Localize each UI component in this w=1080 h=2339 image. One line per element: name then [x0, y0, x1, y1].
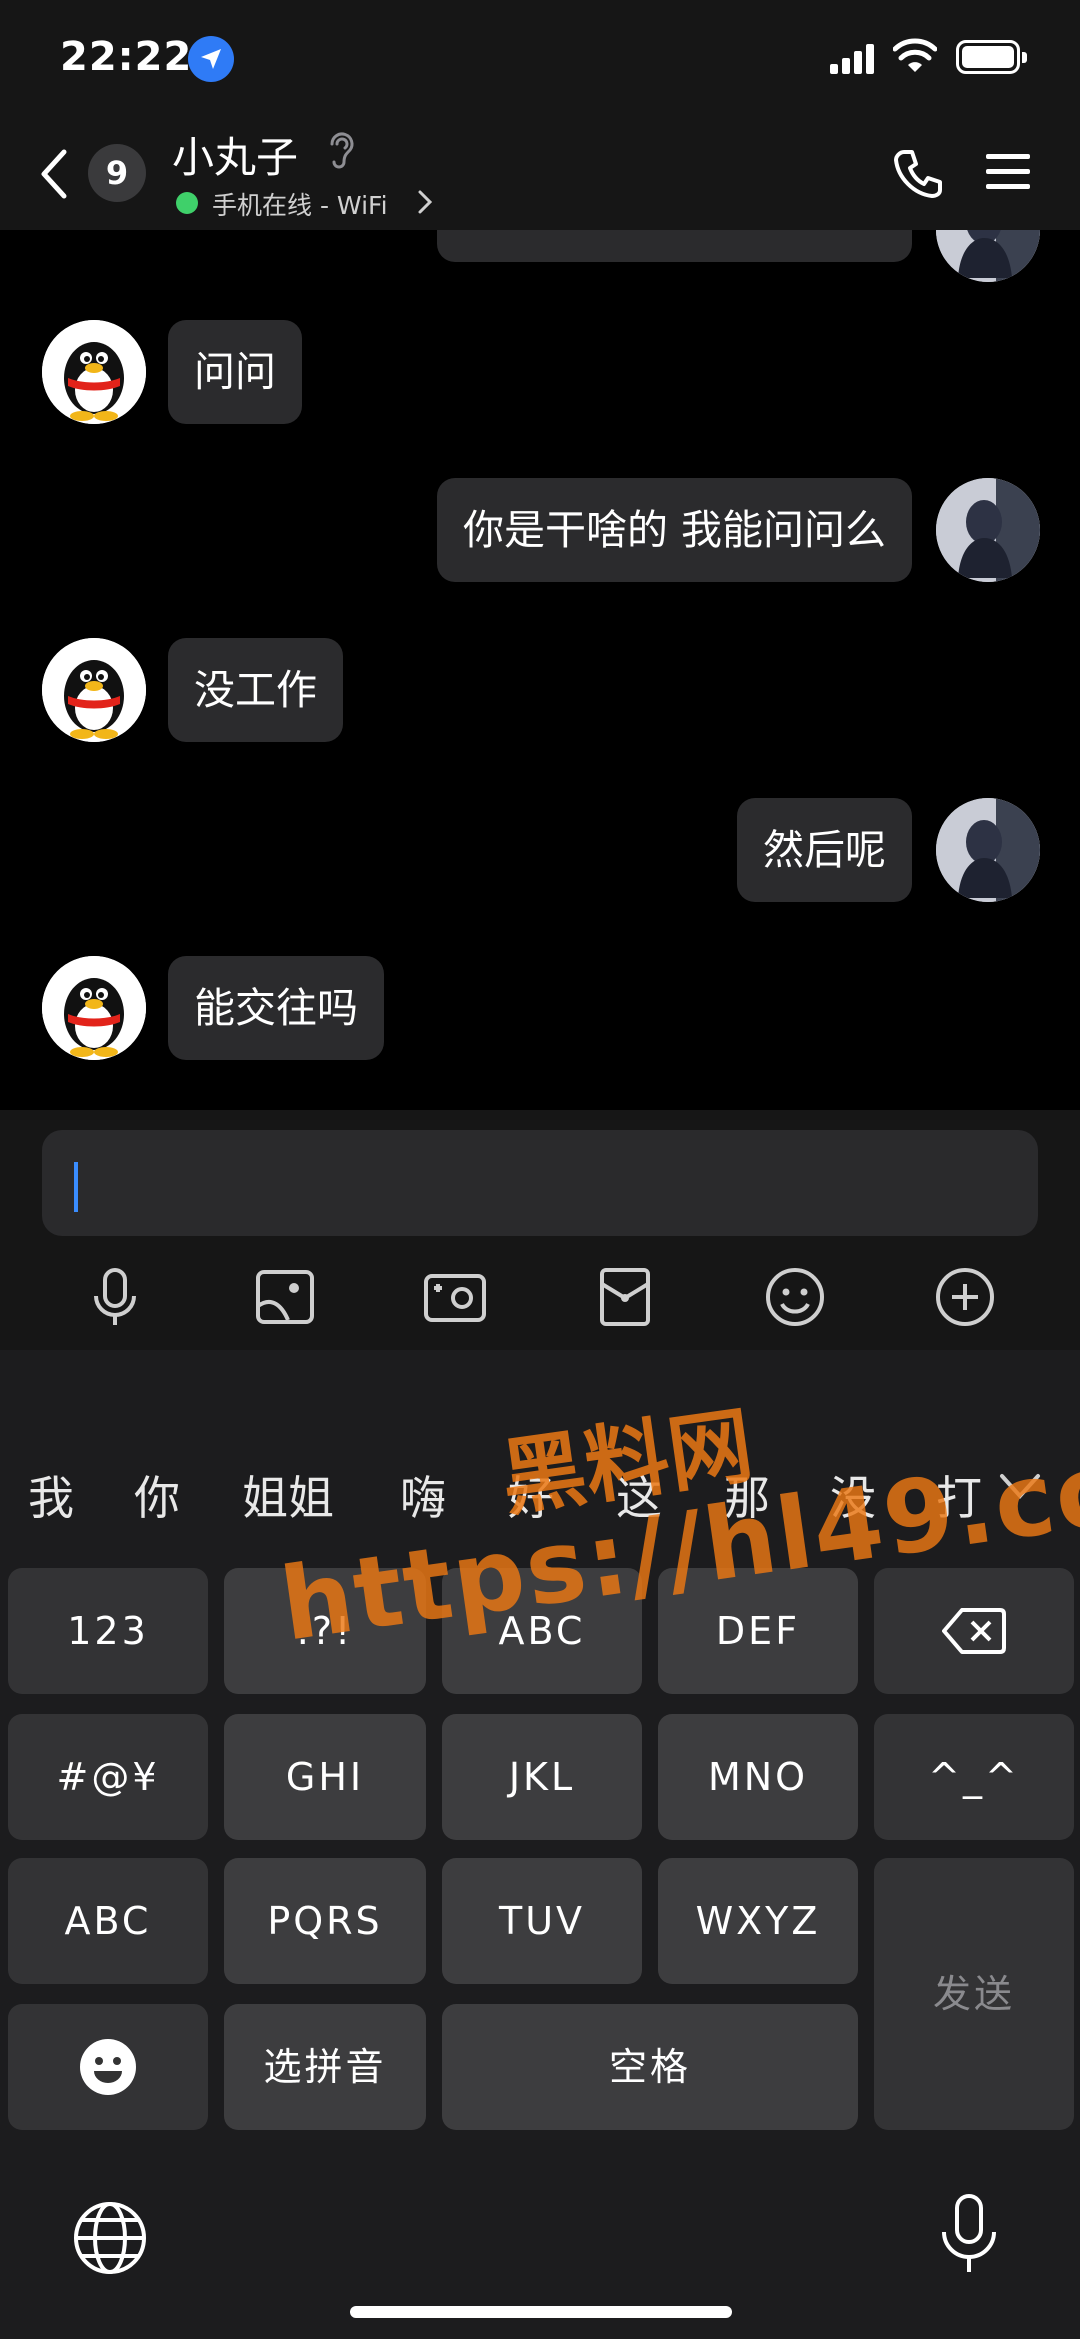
phone-call-icon[interactable] [890, 146, 946, 202]
key-select-pinyin[interactable]: 选拼音 [224, 2004, 426, 2130]
chat-header: 9 小丸子 手机在线 - WiFi [0, 110, 1080, 230]
red-envelope-icon[interactable] [590, 1262, 660, 1332]
online-status-text[interactable]: 手机在线 - WiFi [212, 186, 388, 222]
emoji-icon[interactable] [760, 1262, 830, 1332]
globe-icon[interactable] [70, 2198, 150, 2278]
contact-name[interactable]: 小丸子 [172, 124, 298, 185]
back-chevron-icon[interactable] [34, 146, 74, 202]
message-input[interactable] [42, 1130, 1038, 1236]
candidate-word[interactable]: 嗨 [400, 1462, 446, 1528]
my-avatar[interactable] [936, 478, 1040, 582]
status-time: 22:22 [60, 34, 193, 80]
candidate-word[interactable]: 我 [28, 1462, 74, 1528]
key-emoji[interactable] [8, 2004, 208, 2130]
key-backspace[interactable] [874, 1568, 1074, 1694]
my-avatar[interactable] [936, 798, 1040, 902]
composer [0, 1110, 1080, 1350]
message-bubble-sent[interactable]: 然后呢 [737, 798, 912, 902]
key-kaomoji[interactable]: ^_^ [874, 1714, 1074, 1840]
message-bubble-received[interactable]: 问问 [168, 320, 302, 424]
emoji-icon [80, 2039, 136, 2095]
send-key[interactable]: 发送 [874, 1858, 1074, 2130]
key-pqrs[interactable]: PQRS [224, 1858, 426, 1984]
ear-icon[interactable] [326, 130, 356, 170]
contact-avatar[interactable] [42, 320, 146, 424]
key-mno[interactable]: MNO [658, 1714, 858, 1840]
key-jkl[interactable]: JKL [442, 1714, 642, 1840]
online-status-dot [176, 192, 198, 214]
space-key[interactable]: 空格 [442, 2004, 858, 2130]
message-bubble-received[interactable]: 能交往吗 [168, 956, 384, 1060]
key-tuv[interactable]: TUV [442, 1858, 642, 1984]
message-list[interactable]: 你是干啥的 我能问问么 问问 你是干啥的 我能问问么 [0, 230, 1080, 1110]
wifi-icon [893, 38, 937, 72]
plus-icon[interactable] [930, 1262, 1000, 1332]
unread-badge[interactable]: 9 [88, 144, 146, 202]
camera-icon[interactable] [420, 1262, 490, 1332]
key-wxyz[interactable]: WXYZ [658, 1858, 858, 1984]
dictation-microphone-icon[interactable] [934, 2192, 1004, 2276]
text-caret [74, 1162, 78, 1212]
status-bar: 22:22 [0, 0, 1080, 110]
key-symbols[interactable]: #@¥ [8, 1714, 208, 1840]
image-icon[interactable] [250, 1262, 320, 1332]
message-bubble-received[interactable]: 没工作 [168, 638, 343, 742]
message-bubble-sent[interactable]: 你是干啥的 我能问问么 [436, 230, 912, 262]
battery-icon [956, 40, 1027, 74]
contact-avatar[interactable] [42, 638, 146, 742]
message-bubble-sent[interactable]: 你是干啥的 我能问问么 [436, 478, 912, 582]
location-icon [188, 36, 234, 82]
cellular-signal-icon [830, 44, 874, 74]
key-abc-switch[interactable]: ABC [8, 1858, 208, 1984]
backspace-icon [942, 1608, 1006, 1654]
menu-icon[interactable] [986, 152, 1030, 192]
chevron-right-icon[interactable] [416, 188, 434, 216]
candidate-word[interactable]: 姐姐 [242, 1462, 334, 1528]
candidate-word[interactable]: 你 [134, 1462, 180, 1528]
microphone-icon[interactable] [80, 1262, 150, 1332]
key-ghi[interactable]: GHI [224, 1714, 426, 1840]
my-avatar[interactable] [936, 230, 1040, 282]
contact-avatar[interactable] [42, 956, 146, 1060]
key-123[interactable]: 123 [8, 1568, 208, 1694]
home-indicator[interactable] [350, 2306, 732, 2318]
